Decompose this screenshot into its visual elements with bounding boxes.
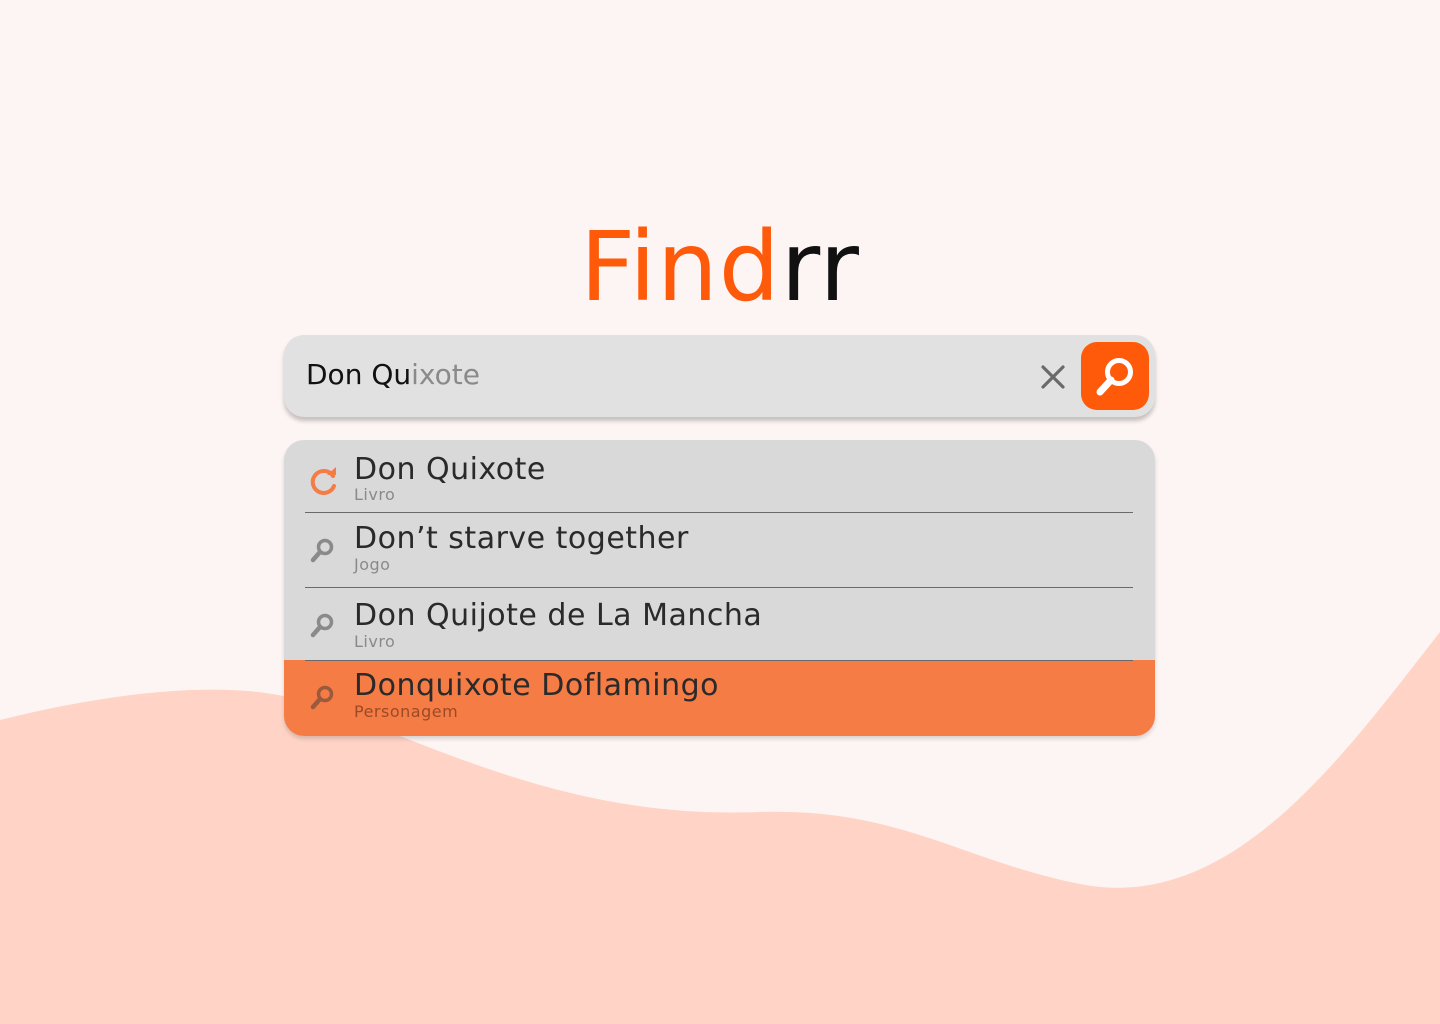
search-icon (310, 613, 334, 638)
suggestions-dropdown: Don Quixote Livro Don’t starve together … (284, 440, 1155, 736)
history-icon (310, 467, 336, 495)
suggestion-category: Personagem (354, 702, 459, 721)
logo-text-rr: rr (780, 211, 860, 323)
search-autocomplete-hint: ixote (411, 358, 480, 391)
suggestion-category: Livro (354, 632, 396, 651)
search-bar[interactable]: Don Quixote (284, 335, 1155, 417)
search-icon (310, 685, 334, 710)
suggestion-item[interactable]: Don Quijote de La Mancha Livro (284, 588, 1155, 660)
suggestion-item-highlighted[interactable]: Donquixote Doflamingo Personagem (284, 660, 1155, 736)
suggestion-category: Jogo (354, 555, 391, 574)
app-logo: Findrr (0, 212, 1440, 322)
suggestion-title: Donquixote Doflamingo (354, 668, 720, 703)
search-input[interactable]: Don Quixote (306, 335, 480, 417)
search-button[interactable] (1081, 342, 1149, 410)
search-typed-text: Don Qu (306, 358, 412, 391)
close-icon (1041, 365, 1065, 389)
suggestion-item[interactable]: Don’t starve together Jogo (284, 513, 1155, 587)
suggestion-category: Livro (354, 485, 396, 504)
suggestion-title: Don Quijote de La Mancha (354, 598, 763, 633)
search-icon (1096, 358, 1133, 396)
clear-button[interactable] (1038, 362, 1068, 392)
suggestion-item[interactable]: Don Quixote Livro (284, 440, 1155, 512)
suggestion-title: Don’t starve together (354, 521, 689, 556)
logo-text-find: Find (580, 211, 781, 323)
divider (305, 660, 1133, 661)
search-icon (310, 538, 334, 563)
suggestion-title: Don Quixote (354, 452, 546, 487)
